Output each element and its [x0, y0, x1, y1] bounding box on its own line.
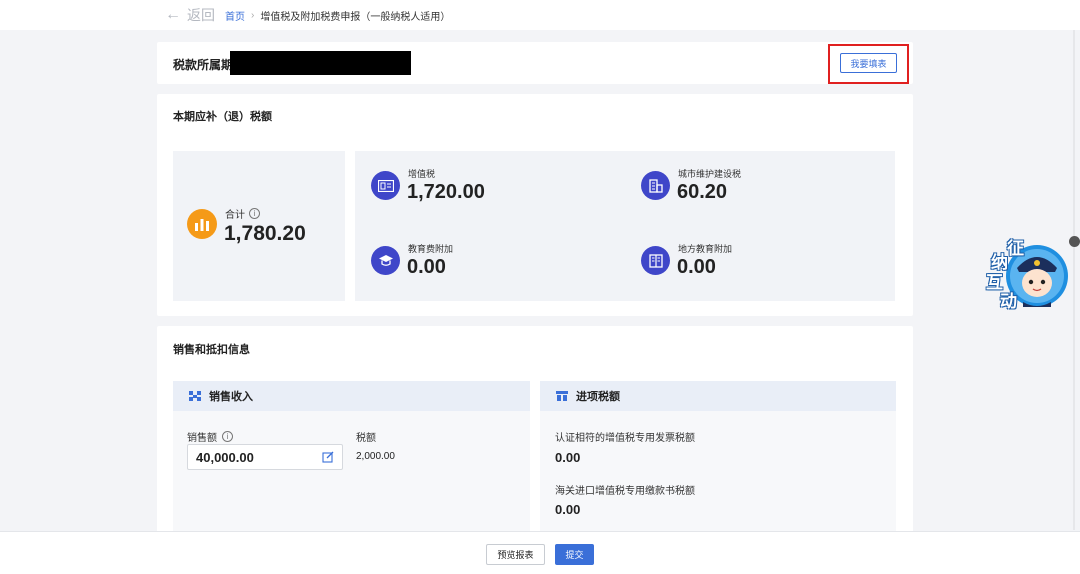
- scrollbar-track[interactable]: [1073, 30, 1075, 530]
- tax-item-label: 城市维护建设税: [678, 169, 742, 179]
- tax-item-label: 教育费附加: [408, 244, 454, 254]
- info-icon[interactable]: i: [222, 431, 233, 442]
- tax-item-value: 0.00: [677, 256, 716, 278]
- input-tax-icon: [556, 391, 568, 401]
- scroll-handle[interactable]: [1069, 236, 1080, 247]
- preview-report-button[interactable]: 预览报表: [486, 544, 545, 565]
- mascot-widget[interactable]: 征 纳 互 动: [983, 232, 1069, 312]
- bar-chart-icon: [187, 209, 217, 239]
- total-value: 1,780.20: [224, 222, 306, 245]
- submit-button[interactable]: 提交: [555, 544, 594, 565]
- certified-invoice-label: 认证相符的增值税专用发票税额: [555, 433, 695, 444]
- tax-amount-value: 2,000.00: [356, 451, 395, 462]
- revenue-panel-title: 销售收入: [209, 391, 253, 403]
- tax-summary-title: 本期应补（退）税额: [173, 111, 272, 123]
- total-label: 合计: [225, 210, 245, 221]
- period-label: 税款所属期: [173, 58, 234, 72]
- fill-form-button[interactable]: 我要填表: [840, 53, 897, 73]
- graduation-cap-icon: [371, 246, 400, 275]
- breadcrumb-separator-icon: ›: [251, 10, 255, 21]
- revenue-panel: 销售收入 销售额 i 税额 2,000.00: [173, 381, 530, 531]
- top-nav-bar: ← 返回 首页 › 增值税及附加税费申报（一般纳税人适用）: [0, 0, 1080, 30]
- sales-amount-input[interactable]: [196, 449, 316, 465]
- tax-item-value: 0.00: [407, 256, 446, 278]
- revenue-panel-header: 销售收入: [173, 381, 530, 411]
- period-card: 税款所属期 我要填表: [157, 42, 913, 84]
- tax-summary-card: 本期应补（退）税额 合计 i 1,780.20 增值税 1,720.00 城市维…: [157, 94, 913, 316]
- tax-item-value: 1,720.00: [407, 181, 485, 203]
- back-button[interactable]: ← 返回: [165, 5, 215, 25]
- sales-card: 销售和抵扣信息 销售收入 销售额 i 税额 2,000.00 进项税额 认证相符…: [157, 326, 913, 536]
- invoice-icon: [371, 171, 400, 200]
- sales-amount-label-row: 销售额 i: [187, 429, 233, 444]
- sales-title: 销售和抵扣信息: [173, 344, 250, 356]
- customs-payment-label: 海关进口增值税专用缴款书税额: [555, 486, 695, 497]
- footer-bar: 预览报表 提交: [0, 531, 1080, 574]
- edit-icon[interactable]: [322, 451, 334, 463]
- total-label-row: 合计 i: [225, 206, 260, 221]
- input-tax-panel-header: 进项税额: [540, 381, 896, 411]
- sales-amount-label: 销售额: [187, 433, 217, 444]
- input-tax-panel: 进项税额 认证相符的增值税专用发票税额 0.00 海关进口增值税专用缴款书税额 …: [540, 381, 896, 531]
- breadcrumb: 首页 › 增值税及附加税费申报（一般纳税人适用）: [225, 8, 450, 23]
- customs-payment-value: 0.00: [555, 502, 581, 517]
- breadcrumb-home[interactable]: 首页: [225, 8, 245, 23]
- tax-item-label: 地方教育附加: [678, 244, 733, 254]
- sales-amount-field[interactable]: [187, 444, 343, 470]
- back-label: 返回: [187, 7, 215, 23]
- building-icon: [641, 171, 670, 200]
- tax-item-label: 增值税: [408, 169, 436, 179]
- certified-invoice-value: 0.00: [555, 450, 581, 465]
- tax-items-panel: 增值税 1,720.00 城市维护建设税 60.20 教育费附加 0.00 地方…: [355, 151, 895, 301]
- tax-amount-label: 税额: [356, 433, 376, 444]
- breadcrumb-current: 增值税及附加税费申报（一般纳税人适用）: [260, 12, 451, 23]
- tax-item-value: 60.20: [677, 181, 728, 203]
- period-redacted-block: [230, 51, 411, 75]
- book-icon: [641, 246, 670, 275]
- info-icon[interactable]: i: [249, 208, 260, 219]
- mascot-char: 动: [1000, 292, 1017, 312]
- input-tax-panel-title: 进项税额: [576, 391, 620, 403]
- revenue-icon: [189, 391, 201, 401]
- total-panel: 合计 i 1,780.20: [173, 151, 345, 301]
- arrow-left-icon: ←: [165, 6, 181, 23]
- mascot-char: 征: [1007, 239, 1024, 259]
